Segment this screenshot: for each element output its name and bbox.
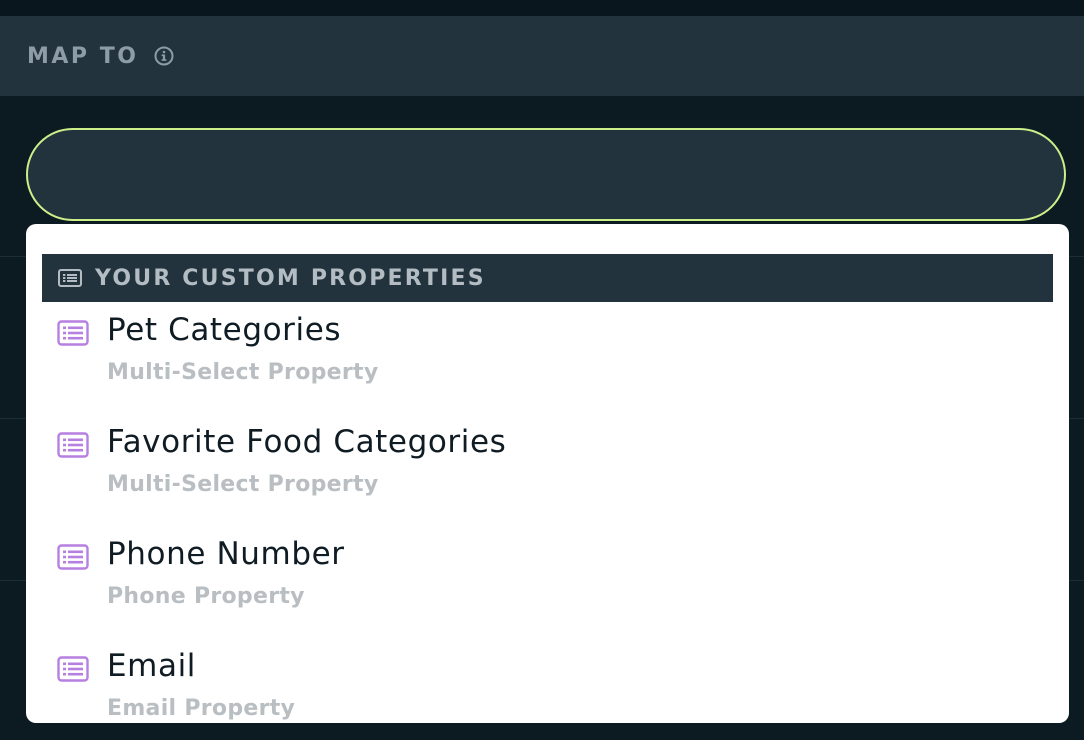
option-title: Email <box>107 648 197 684</box>
map-to-header: MAP TO <box>0 16 1084 96</box>
info-circle-icon[interactable] <box>154 46 174 66</box>
option-title: Phone Number <box>107 536 345 572</box>
list-icon <box>57 544 89 570</box>
option-title: Favorite Food Categories <box>107 424 507 460</box>
list-icon <box>57 432 89 458</box>
list-icon <box>57 320 89 346</box>
option-phone-number[interactable]: Phone Number Phone Property <box>26 536 1069 648</box>
option-title: Pet Categories <box>107 312 342 348</box>
option-favorite-food-categories[interactable]: Favorite Food Categories Multi-Select Pr… <box>26 424 1069 536</box>
option-subtitle: Multi-Select Property <box>107 472 379 497</box>
map-to-label: MAP TO <box>27 43 139 69</box>
list-icon <box>57 656 89 682</box>
map-to-panel: MAP TO YOUR CUSTOM PROPERTIES Pet Catego… <box>0 0 1084 740</box>
top-strip <box>0 0 1084 16</box>
option-subtitle: Email Property <box>107 696 296 721</box>
custom-properties-group-header: YOUR CUSTOM PROPERTIES <box>42 254 1053 302</box>
property-select-input[interactable] <box>26 128 1066 221</box>
option-subtitle: Multi-Select Property <box>107 360 379 385</box>
option-pet-categories[interactable]: Pet Categories Multi-Select Property <box>26 312 1069 424</box>
option-email[interactable]: Email Email Property <box>26 648 1069 723</box>
custom-properties-group-label: YOUR CUSTOM PROPERTIES <box>95 265 486 291</box>
property-dropdown-menu: YOUR CUSTOM PROPERTIES Pet Categories Mu… <box>26 224 1069 723</box>
list-icon <box>58 269 82 287</box>
option-subtitle: Phone Property <box>107 584 305 609</box>
